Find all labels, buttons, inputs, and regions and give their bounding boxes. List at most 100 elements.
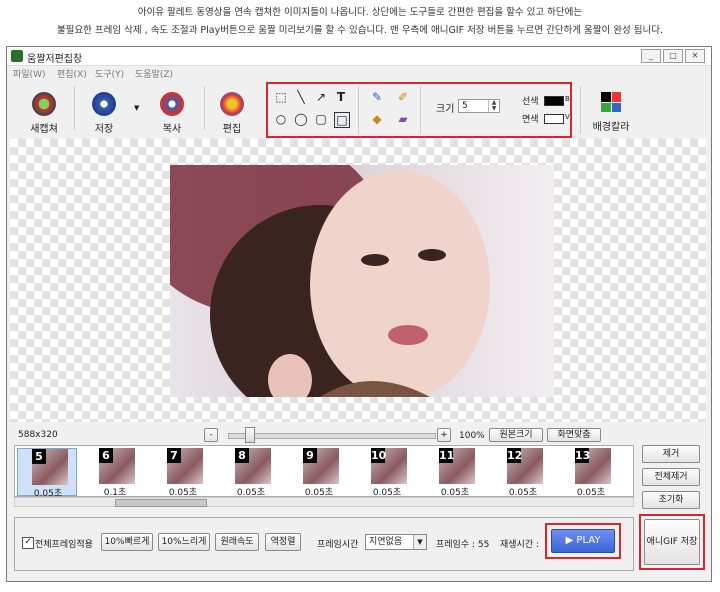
- play-button[interactable]: ▶ PLAY: [551, 529, 615, 553]
- frame-item[interactable]: 6 0.1초: [85, 448, 145, 496]
- frame-number: 5: [32, 449, 46, 464]
- frame-item[interactable]: 13 0.05초: [561, 448, 621, 496]
- fill-color-label: 면색: [522, 115, 539, 125]
- frame-time: 0.05초: [33, 489, 63, 497]
- edit-button[interactable]: 편집: [212, 92, 252, 135]
- size-stepper[interactable]: 5 ▲ ▼: [458, 99, 500, 113]
- frame-time-select[interactable]: 지연없음 ▼: [365, 534, 427, 550]
- size-label: 크기: [436, 104, 455, 115]
- fit-screen-button[interactable]: 화면맞춤: [547, 428, 601, 442]
- save-dropdown-icon[interactable]: ▼: [134, 104, 139, 112]
- menu-file[interactable]: 파일(W): [13, 67, 45, 80]
- close-button[interactable]: ✕: [685, 49, 705, 63]
- brush-icon[interactable]: ✐: [396, 90, 410, 104]
- drawing-tools-panel: [266, 82, 572, 138]
- frame-number: 13: [575, 448, 591, 463]
- frame-item[interactable]: 5 0.05초: [17, 448, 77, 496]
- line-icon[interactable]: ╲: [294, 90, 308, 104]
- frame-preview-image: [170, 165, 554, 397]
- frame-number: 11: [439, 448, 455, 463]
- frame-count: 프레임수 : 55: [436, 540, 490, 550]
- copy-icon: [160, 92, 184, 116]
- menu-edit[interactable]: 편집(X): [57, 67, 87, 80]
- image-dimensions: 588x320: [18, 430, 58, 440]
- text-icon[interactable]: T: [334, 90, 348, 104]
- rectangle-icon[interactable]: □: [334, 112, 350, 128]
- play-time-label: 재생시간 :: [500, 540, 540, 550]
- frame-time-label: 프레임시간: [317, 540, 359, 550]
- arrow-icon[interactable]: ↗: [314, 90, 328, 104]
- remove-button[interactable]: 제거: [642, 445, 700, 463]
- color-grid-icon: [601, 92, 621, 112]
- frame-number: 7: [167, 448, 181, 463]
- line-color-label: 선색: [522, 97, 539, 107]
- eraser-icon[interactable]: ▰: [396, 112, 410, 126]
- frame-time: 0.05초: [440, 488, 470, 497]
- reset-button[interactable]: 초기화: [642, 491, 700, 509]
- frame-strip-scrollbar[interactable]: [14, 497, 634, 507]
- scrollbar-thumb[interactable]: [115, 499, 207, 507]
- frame-item[interactable]: 8 0.05초: [221, 448, 281, 496]
- frame-number: 6: [99, 448, 113, 463]
- frame-time: 0.05초: [508, 488, 538, 497]
- minimize-button[interactable]: _: [641, 49, 661, 63]
- frame-time: 0.05초: [168, 488, 198, 497]
- remove-all-button[interactable]: 전체제거: [642, 468, 700, 486]
- frame-time: 0.05초: [236, 488, 266, 497]
- maximize-button[interactable]: □: [663, 49, 683, 63]
- frame-time: 0.1초: [103, 488, 127, 497]
- frame-time: 0.05초: [372, 488, 402, 497]
- window-title: 움짤저편집창: [27, 54, 83, 65]
- line-color-swatch[interactable]: [544, 96, 564, 106]
- frame-item[interactable]: 10 0.05초: [357, 448, 417, 496]
- frame-item[interactable]: 11 0.05초: [425, 448, 485, 496]
- slower-button[interactable]: 10%느리게: [158, 533, 210, 551]
- frame-number: 9: [303, 448, 317, 463]
- faster-button[interactable]: 10%빠르게: [101, 533, 153, 551]
- fill-color-code: V: [565, 113, 570, 121]
- zoom-level: 100%: [459, 431, 485, 441]
- zoom-slider[interactable]: [228, 433, 436, 439]
- line-color-code: B: [565, 95, 570, 103]
- zoom-out-button[interactable]: -: [204, 428, 218, 442]
- new-capture-button[interactable]: 새캡쳐: [24, 92, 64, 135]
- portrait-image: [170, 165, 490, 397]
- apply-all-checkbox[interactable]: ✓: [22, 537, 34, 549]
- chevron-down-icon[interactable]: ▼: [413, 535, 426, 549]
- frame-time: 0.05초: [576, 488, 606, 497]
- menu-help[interactable]: 도움말(Z): [135, 67, 173, 80]
- ellipse-icon[interactable]: ◯: [294, 112, 308, 126]
- rounded-rect-icon[interactable]: ▢: [314, 112, 328, 126]
- title-bar: 움짤저편집창 _ □ ✕: [7, 47, 711, 66]
- caption-line-2: 불필요한 프레임 삭제 , 속도 조절과 Play버튼으로 움짤 미리보기를 할…: [56, 25, 664, 36]
- camera-icon: [32, 92, 56, 116]
- paint-icon: [220, 92, 244, 116]
- frame-item[interactable]: 9 0.05초: [289, 448, 349, 496]
- menu-tools[interactable]: 도구(Y): [95, 67, 124, 80]
- save-gif-button[interactable]: 애니GIF 저장: [644, 519, 700, 565]
- pencil-icon[interactable]: ✎: [370, 90, 384, 104]
- background-color-button[interactable]: 배경칼라: [588, 92, 634, 133]
- menu-bar: 파일(W) 편집(X) 도구(Y) 도움말(Z): [7, 66, 711, 80]
- select-rect-icon[interactable]: ⬚: [274, 90, 288, 104]
- reverse-order-button[interactable]: 역정렬: [265, 533, 301, 551]
- caption-line-1: 아이유 팔레트 동영상을 연속 캡쳐한 이미지들이 나옵니다. 상단에는 도구들…: [137, 7, 583, 18]
- save-button[interactable]: 저장: [84, 92, 124, 135]
- apply-all-label: 전체프레임적용: [35, 540, 93, 550]
- stepper-arrows-icon[interactable]: ▲ ▼: [488, 100, 499, 112]
- original-speed-button[interactable]: 원래속도: [215, 533, 259, 551]
- fill-bucket-icon[interactable]: ◆: [370, 112, 384, 126]
- app-icon: [11, 50, 23, 62]
- frame-number: 12: [507, 448, 523, 463]
- frame-item[interactable]: 7 0.05초: [153, 448, 213, 496]
- frame-number: 8: [235, 448, 249, 463]
- zoom-in-button[interactable]: +: [437, 428, 451, 442]
- original-size-button[interactable]: 원본크기: [489, 428, 543, 442]
- zoom-slider-thumb[interactable]: [245, 427, 255, 443]
- circle-outline-icon[interactable]: ○: [274, 112, 288, 126]
- copy-button[interactable]: 복사: [152, 92, 192, 135]
- save-icon: [92, 92, 116, 116]
- fill-color-swatch[interactable]: [544, 114, 564, 124]
- frame-item[interactable]: 12 0.05초: [493, 448, 553, 496]
- frame-strip[interactable]: 5 0.05초 6 0.1초 7 0.05초 8 0.05초 9 0.05초 1…: [14, 445, 634, 497]
